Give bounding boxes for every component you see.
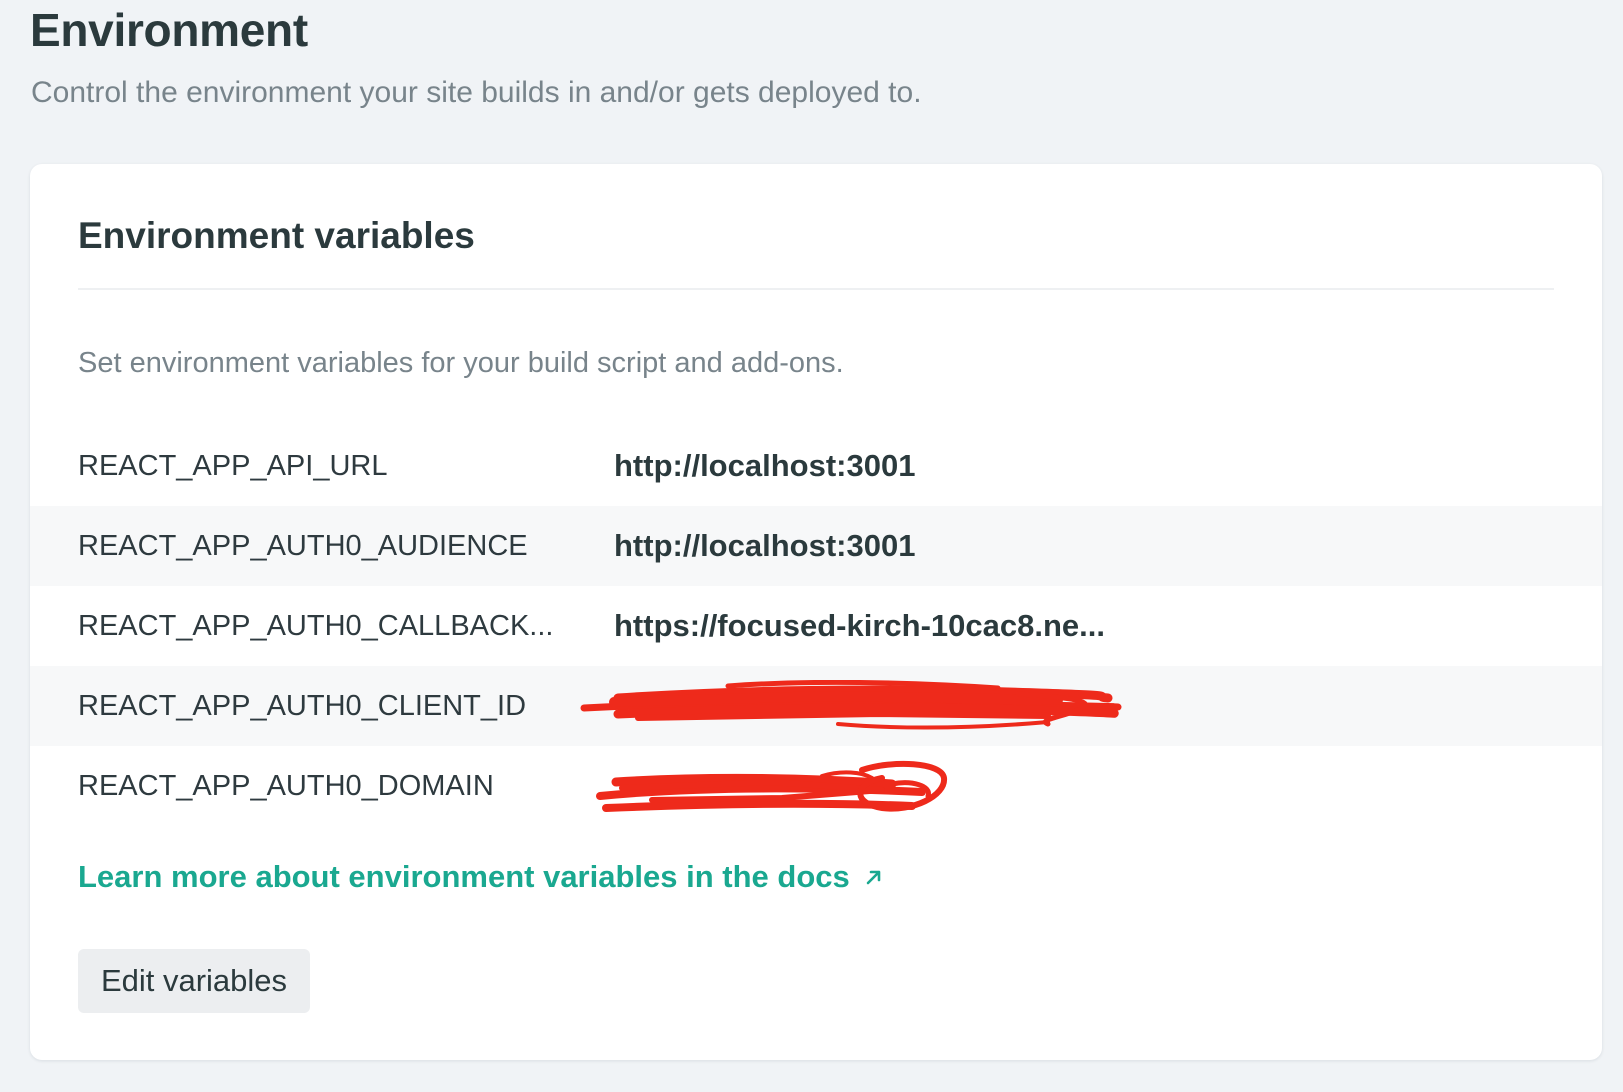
variable-list: REACT_APP_API_URL http://localhost:3001 … (30, 426, 1602, 826)
redaction-scribble (580, 680, 1122, 730)
variable-key: REACT_APP_AUTH0_AUDIENCE (78, 530, 528, 562)
variable-value: http://localhost:3001 (614, 448, 916, 483)
variable-row: REACT_APP_AUTH0_DOMAIN (30, 746, 1602, 826)
card-title: Environment variables (78, 215, 475, 256)
environment-variables-card: Environment variables Set environment va… (30, 164, 1602, 1060)
external-link-arrow-icon (864, 857, 884, 897)
variable-key: REACT_APP_AUTH0_DOMAIN (78, 770, 494, 802)
variable-row: REACT_APP_API_URL http://localhost:3001 (30, 426, 1602, 506)
card-description: Set environment variables for your build… (78, 347, 844, 379)
variable-key: REACT_APP_API_URL (78, 450, 388, 482)
docs-link-label: Learn more about environment variables i… (78, 859, 850, 894)
variable-row: REACT_APP_AUTH0_CLIENT_ID (30, 666, 1602, 746)
variable-row: REACT_APP_AUTH0_CALLBACK... https://focu… (30, 586, 1602, 666)
variable-key: REACT_APP_AUTH0_CLIENT_ID (78, 690, 527, 722)
variable-key: REACT_APP_AUTH0_CALLBACK... (78, 610, 554, 642)
page-title: Environment (30, 4, 308, 56)
variable-value: https://focused-kirch-10cac8.ne... (614, 608, 1105, 643)
docs-link[interactable]: Learn more about environment variables i… (78, 857, 884, 897)
edit-variables-button[interactable]: Edit variables (78, 949, 310, 1013)
variable-value: http://localhost:3001 (614, 528, 916, 563)
variable-row: REACT_APP_AUTH0_AUDIENCE http://localhos… (30, 506, 1602, 586)
card-divider (78, 288, 1554, 290)
redaction-scribble (596, 760, 947, 812)
page-subtitle: Control the environment your site builds… (31, 76, 922, 109)
